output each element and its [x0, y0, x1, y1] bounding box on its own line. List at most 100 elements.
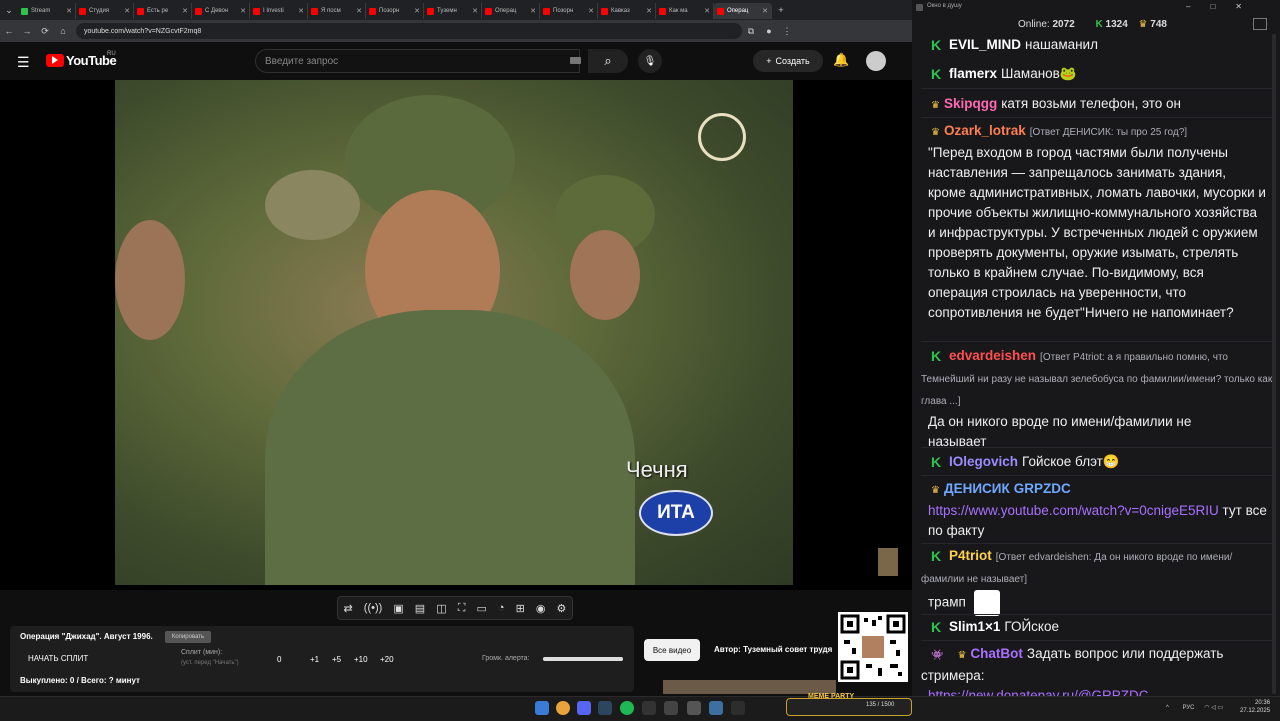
chat-username[interactable]: ChatBot: [970, 646, 1023, 661]
browser-tab[interactable]: Студия ✕: [76, 3, 134, 19]
keyboard-icon[interactable]: [570, 57, 581, 64]
obs-icon[interactable]: [642, 701, 656, 715]
browser-tab[interactable]: Есть ре ✕: [134, 3, 192, 19]
step-plus-20-button[interactable]: +20: [380, 655, 394, 664]
search-button[interactable]: ⌕: [588, 49, 628, 73]
broadcast-icon[interactable]: ((•)): [364, 602, 383, 614]
discord-icon[interactable]: [577, 701, 591, 715]
chat-username[interactable]: Skipqgg: [944, 96, 997, 111]
avatar[interactable]: [866, 51, 886, 71]
loop-icon[interactable]: ⇄: [344, 602, 353, 615]
app-icon-1[interactable]: [664, 701, 678, 715]
chat-scrollbar[interactable]: [1272, 34, 1276, 694]
chat-username[interactable]: EVIL_MIND: [949, 37, 1021, 52]
new-tab-icon[interactable]: +: [772, 5, 790, 15]
wifi-icon[interactable]: ◠: [1204, 705, 1209, 711]
speed-icon[interactable]: ◔: [498, 602, 505, 614]
tab-close-icon[interactable]: ✕: [762, 7, 768, 15]
tab-close-icon[interactable]: ✕: [472, 7, 478, 15]
clock[interactable]: 20:36 27.12.2025: [1240, 699, 1270, 715]
tab-close-icon[interactable]: ✕: [298, 7, 304, 15]
volume-icon[interactable]: ◁: [1211, 705, 1216, 711]
thumbnail-preview[interactable]: [878, 548, 898, 576]
tab-close-icon[interactable]: ✕: [66, 7, 72, 15]
chat-username[interactable]: edvardeishen: [949, 348, 1036, 363]
search-input[interactable]: Введите запрос: [255, 49, 580, 73]
browser-tab[interactable]: Позорн ✕: [540, 3, 598, 19]
all-videos-button[interactable]: Все видео: [644, 639, 700, 661]
language-indicator[interactable]: РУС: [1183, 705, 1195, 711]
tab-close-icon[interactable]: ✕: [182, 7, 188, 15]
browser-tab[interactable]: Позорн ✕: [366, 3, 424, 19]
start-icon[interactable]: [535, 701, 549, 715]
browser-tab[interactable]: Кавказ ✕: [598, 3, 656, 19]
step-plus-5-button[interactable]: +5: [332, 655, 341, 664]
menu-icon[interactable]: ⋮: [778, 26, 796, 37]
start-split-button[interactable]: НАЧАТЬ СПЛИТ: [28, 654, 88, 663]
chat-username[interactable]: IOlegovich: [949, 454, 1018, 469]
voice-search-button[interactable]: 🎙: [638, 49, 662, 73]
battery-icon[interactable]: ▭: [1217, 705, 1223, 711]
create-button[interactable]: + Создать: [753, 50, 823, 72]
chat-username[interactable]: P4triot: [949, 548, 992, 563]
add-clip-icon[interactable]: ⊞: [516, 602, 525, 615]
bottom-thumbnail[interactable]: [663, 680, 836, 694]
tab-close-icon[interactable]: ✕: [704, 7, 710, 15]
chat-username[interactable]: Slim1×1: [949, 619, 1000, 634]
browser-tab[interactable]: Операц ✕: [482, 3, 540, 19]
copy-button[interactable]: Копировать: [165, 631, 211, 643]
k-badge-icon: K: [931, 348, 942, 364]
forward-icon[interactable]: →: [18, 26, 36, 36]
popout-icon[interactable]: [1253, 18, 1267, 30]
tab-close-icon[interactable]: ✕: [530, 7, 536, 15]
chat-username[interactable]: Ozark_lotrak: [944, 123, 1026, 138]
hamburger-menu-icon[interactable]: ☰: [17, 54, 30, 71]
browser-tab[interactable]: Туземн ✕: [424, 3, 482, 19]
step-plus-10-button[interactable]: +10: [354, 655, 368, 664]
extensions-icon[interactable]: ⧉: [742, 26, 760, 37]
chat-message: K EVIL_MIND нашаманил: [921, 35, 1275, 55]
browser-tab[interactable]: Как ма ✕: [656, 3, 714, 19]
browser-tab[interactable]: I Investi ✕: [250, 3, 308, 19]
screenshot-icon[interactable]: ◉: [536, 602, 546, 615]
spotify-icon[interactable]: [620, 701, 634, 715]
screen-record-icon[interactable]: ▣: [393, 602, 403, 615]
browser-tab[interactable]: Я посм ✕: [308, 3, 366, 19]
picture-in-picture-icon[interactable]: ◫: [436, 602, 446, 615]
browser-tab[interactable]: Stream ✕: [18, 3, 76, 19]
profile-icon[interactable]: ●: [760, 26, 778, 36]
tab-search-icon[interactable]: ⌄: [0, 5, 18, 16]
address-bar[interactable]: youtube.com/watch?v=NZGcvtF2mq8: [76, 23, 742, 39]
tab-close-icon[interactable]: ✕: [646, 7, 652, 15]
app-icon-2[interactable]: [687, 701, 701, 715]
settings-gear-icon[interactable]: ⚙: [557, 602, 567, 615]
chevron-up-icon[interactable]: ^: [1166, 705, 1169, 711]
tab-close-icon[interactable]: ✕: [124, 7, 130, 15]
tab-close-icon[interactable]: ✕: [356, 7, 362, 15]
browser-tab[interactable]: С Девон ✕: [192, 3, 250, 19]
app-icon-4[interactable]: [731, 701, 745, 715]
split-value[interactable]: 0: [277, 655, 281, 664]
fullscreen-icon[interactable]: ⛶: [458, 602, 466, 615]
system-tray[interactable]: ^ РУС ◠ ◁ ▭: [1166, 704, 1223, 711]
tab-close-icon[interactable]: ✕: [588, 7, 594, 15]
chat-window-title: Окно в душу: [927, 3, 962, 9]
back-icon[interactable]: ←: [0, 26, 18, 36]
chat-link[interactable]: https://www.youtube.com/watch?v=0cnigeE5…: [928, 503, 1219, 518]
alert-volume-fill[interactable]: [543, 657, 623, 661]
step-plus-1-button[interactable]: +1: [310, 655, 319, 664]
tab-close-icon[interactable]: ✕: [240, 7, 246, 15]
reload-icon[interactable]: ⟳: [36, 26, 54, 37]
steam-icon[interactable]: [598, 701, 612, 715]
chrome-icon[interactable]: [556, 701, 570, 715]
tab-close-icon[interactable]: ✕: [414, 7, 420, 15]
notifications-bell-icon[interactable]: 🔔: [833, 52, 849, 68]
home-icon[interactable]: ⌂: [54, 26, 72, 36]
chat-username[interactable]: ДЕНИСИК: [944, 481, 1010, 496]
clapper-icon[interactable]: ▤: [415, 602, 425, 615]
subtitles-icon[interactable]: ▭: [476, 602, 486, 615]
chat-username[interactable]: flamerx: [949, 66, 997, 81]
browser-tab[interactable]: Операц ✕: [714, 3, 772, 19]
app-icon-3[interactable]: [709, 701, 723, 715]
window-controls[interactable]: –□✕: [1186, 2, 1262, 11]
